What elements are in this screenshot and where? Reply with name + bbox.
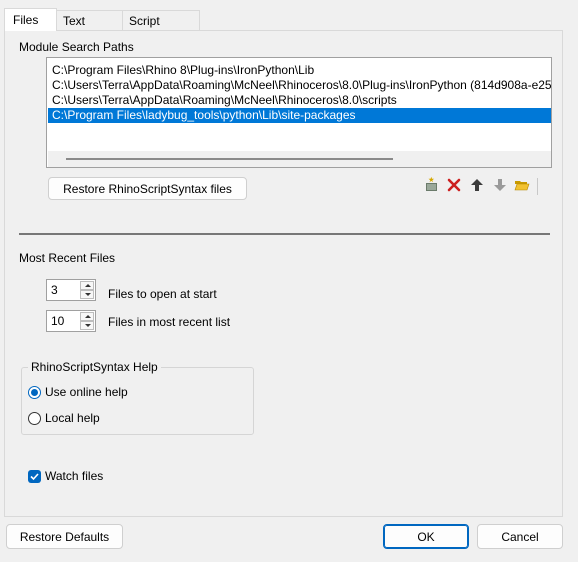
local-help-label[interactable]: Local help <box>45 411 100 425</box>
toolbar-divider <box>537 178 538 195</box>
recent-list-stepper[interactable]: 10 <box>46 310 96 332</box>
files-at-start-stepper[interactable]: 3 <box>46 279 96 301</box>
module-search-paths-label: Module Search Paths <box>19 40 134 54</box>
online-help-radio[interactable] <box>28 386 41 399</box>
stepper-up-icon[interactable] <box>80 312 94 321</box>
cancel-button[interactable]: Cancel <box>477 524 563 549</box>
checkmark-icon <box>30 473 39 481</box>
delete-icon[interactable] <box>446 177 462 193</box>
stepper-arrows <box>80 312 94 330</box>
stepper-arrows <box>80 281 94 299</box>
tab-script-engine[interactable]: Script Engine <box>122 10 200 42</box>
tab-files[interactable]: Files <box>4 8 57 31</box>
stepper-up-icon[interactable] <box>80 281 94 290</box>
restore-rhinoscriptsyntax-button[interactable]: Restore RhinoScriptSyntax files <box>48 177 247 200</box>
module-search-paths-list[interactable]: C:\Program Files\Rhino 8\Plug-ins\IronPy… <box>46 57 552 168</box>
scrollbar-thumb[interactable] <box>66 158 393 160</box>
stepper-down-icon[interactable] <box>80 290 94 299</box>
restore-defaults-button[interactable]: Restore Defaults <box>6 524 123 549</box>
most-recent-files-label: Most Recent Files <box>19 251 116 265</box>
tab-text-editor[interactable]: Text Editor <box>56 10 123 42</box>
recent-list-value[interactable]: 10 <box>51 314 64 328</box>
horizontal-scrollbar[interactable] <box>48 151 551 167</box>
local-help-radio[interactable] <box>28 412 41 425</box>
watch-files-label[interactable]: Watch files <box>45 469 103 483</box>
help-group-title: RhinoScriptSyntax Help <box>28 360 161 374</box>
open-folder-icon[interactable] <box>514 177 530 193</box>
move-down-icon[interactable] <box>492 177 508 193</box>
files-at-start-value[interactable]: 3 <box>51 283 58 297</box>
files-at-start-label: Files to open at start <box>108 287 217 301</box>
new-folder-icon[interactable] <box>424 176 440 193</box>
list-item[interactable]: C:\Program Files\Rhino 8\Plug-ins\IronPy… <box>48 63 551 78</box>
move-up-icon[interactable] <box>469 177 485 193</box>
list-item[interactable]: C:\Users\Terra\AppData\Roaming\McNeel\Rh… <box>48 78 551 93</box>
online-help-label[interactable]: Use online help <box>45 385 128 399</box>
list-item-selected[interactable]: C:\Program Files\ladybug_tools\python\Li… <box>48 108 551 123</box>
section-separator <box>19 233 550 235</box>
stepper-down-icon[interactable] <box>80 321 94 330</box>
tab-strip: Files Text Editor Script Engine <box>4 8 200 42</box>
ok-button[interactable]: OK <box>383 524 469 549</box>
recent-list-label: Files in most recent list <box>108 315 231 329</box>
list-item[interactable]: C:\Users\Terra\AppData\Roaming\McNeel\Rh… <box>48 93 551 108</box>
watch-files-checkbox[interactable] <box>28 470 41 483</box>
